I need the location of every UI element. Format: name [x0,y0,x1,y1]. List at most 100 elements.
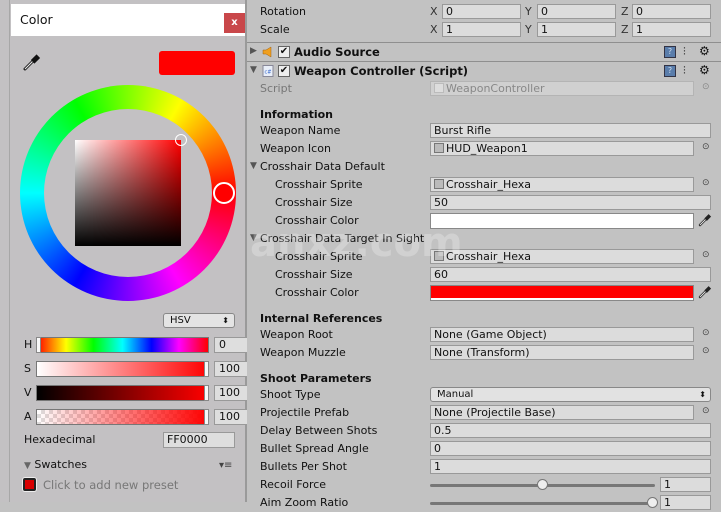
foldout-expanded-icon[interactable]: ▼ [250,233,257,243]
crosshair-sprite-label: Crosshair Sprite [275,250,363,263]
crosshair-size-label: Crosshair Size [275,268,353,281]
eyedropper-icon[interactable] [698,213,712,227]
swatches-menu-icon[interactable]: ▾≡ [219,460,232,471]
help-icon[interactable]: ? [664,46,676,58]
spread-label: Bullet Spread Angle [260,442,369,455]
crosshair-sprite-value: Crosshair_Hexa [446,250,532,263]
aim-zoom-slider-knob[interactable] [647,497,658,508]
foldout-collapsed-icon[interactable]: ▶ [250,46,257,56]
object-picker-icon[interactable]: ⊙ [702,346,710,356]
swatches-foldout[interactable]: ▼ Swatches [24,458,87,471]
s-slider[interactable] [36,361,209,377]
h-slider[interactable] [36,337,209,353]
bullets-label: Bullets Per Shot [260,460,347,473]
weapon-controller-component[interactable]: ▼ c# ✔ Weapon Controller (Script) ? ⫶ ⚙ [247,61,721,80]
axis-z-label[interactable]: Z [621,5,629,18]
crosshair-sprite-field[interactable]: Crosshair_Hexa [430,177,694,192]
foldout-expanded-icon[interactable]: ▼ [250,65,257,75]
weapon-name-row: Weapon Name Burst Rifle [247,122,721,140]
foldout-label: Crosshair Data Target In Sight [260,232,425,245]
crosshair-default-foldout[interactable]: ▼ Crosshair Data Default [247,158,721,176]
crosshair-color-label: Crosshair Color [275,214,359,227]
crosshair-color-field[interactable] [430,285,694,301]
recoil-input[interactable]: 1 [660,477,711,492]
enabled-checkbox[interactable]: ✔ [278,65,290,77]
weapon-name-input[interactable]: Burst Rifle [430,123,711,138]
spread-input[interactable]: 0 [430,441,711,456]
weapon-icon-field[interactable]: HUD_Weapon1 [430,141,694,156]
scale-z-field[interactable]: 1 [632,22,711,37]
add-preset-label[interactable]: Click to add new preset [43,478,178,492]
s-slider-knob[interactable] [204,361,209,377]
hue-handle[interactable] [213,182,235,204]
crosshair-size-input[interactable]: 50 [430,195,711,210]
audio-source-component[interactable]: ▶ ✔ Audio Source ? ⫶ ⚙ [247,42,721,61]
color-mode-dropdown[interactable]: HSV ⬍ [163,313,235,328]
recoil-slider-knob[interactable] [537,479,548,490]
inspector-panel: Rotation X 0 Y 0 Z 0 Scale X 1 Y 1 Z 1 ▶… [247,0,721,510]
scale-y-field[interactable]: 1 [537,22,616,37]
close-button[interactable]: x [224,13,245,33]
weapon-icon-value: HUD_Weapon1 [446,142,528,155]
axis-x-label[interactable]: X [430,5,438,18]
delay-input[interactable]: 0.5 [430,423,711,438]
eyedropper-icon[interactable] [698,285,712,299]
h-slider-knob[interactable] [36,337,41,353]
section-header: Shoot Parameters [260,372,372,385]
crosshair-size-input[interactable]: 60 [430,267,711,282]
axis-y-label[interactable]: Y [525,23,532,36]
foldout-expanded-icon[interactable]: ▼ [250,161,257,171]
a-slider[interactable] [36,409,209,425]
crosshair-size-row: Crosshair Size 60 [247,266,721,284]
projectile-prefab-field[interactable]: None (Projectile Base) [430,405,694,420]
presets-icon[interactable]: ⫶ [683,45,686,59]
crosshair-target-foldout[interactable]: ▼ Crosshair Data Target In Sight [247,230,721,248]
weapon-muzzle-label: Weapon Muzzle [260,346,346,359]
bullets-input[interactable]: 1 [430,459,711,474]
delay-row: Delay Between Shots 0.5 [247,422,721,440]
object-picker-icon[interactable]: ⊙ [702,178,710,188]
rotation-z-field[interactable]: 0 [632,4,711,19]
weapon-root-field[interactable]: None (Game Object) [430,327,694,342]
crosshair-color-label: Crosshair Color [275,286,359,299]
weapon-muzzle-field[interactable]: None (Transform) [430,345,694,360]
presets-icon[interactable]: ⫶ [683,64,686,78]
gear-icon[interactable]: ⚙ [699,63,710,77]
aim-zoom-input[interactable]: 1 [660,495,711,510]
h-slider-row: H 0 [24,337,259,353]
axis-z-label[interactable]: Z [621,23,629,36]
h-label: H [24,338,33,351]
eyedropper-icon[interactable] [22,52,42,72]
gear-icon[interactable]: ⚙ [699,44,710,58]
a-slider-knob[interactable] [204,409,209,425]
enabled-checkbox[interactable]: ✔ [278,46,290,58]
preset-swatch[interactable] [23,478,36,491]
axis-x-label[interactable]: X [430,23,438,36]
object-picker-icon[interactable]: ⊙ [702,250,710,260]
color-window-titlebar[interactable]: Color x [11,4,245,36]
window-edge [0,0,10,502]
object-picker-icon[interactable]: ⊙ [702,328,710,338]
crosshair-color-field[interactable] [430,213,694,229]
shoot-type-dropdown[interactable]: Manual ⬍ [430,387,711,402]
help-icon[interactable]: ? [664,65,676,77]
crosshair-sprite-field[interactable]: Crosshair_Hexa [430,249,694,264]
v-slider-knob[interactable] [204,385,209,401]
color-preview [159,51,235,75]
object-picker-icon[interactable]: ⊙ [702,406,710,416]
component-title: Audio Source [294,45,380,59]
object-picker-icon[interactable]: ⊙ [702,142,710,152]
axis-y-label[interactable]: Y [525,5,532,18]
aim-zoom-slider-track[interactable] [430,502,655,505]
crosshair-sprite-value: Crosshair_Hexa [446,178,532,191]
sv-handle[interactable] [175,134,187,146]
scale-x-field[interactable]: 1 [442,22,521,37]
rotation-x-field[interactable]: 0 [442,4,521,19]
script-label: Script [260,82,292,95]
hex-input[interactable]: FF0000 [163,432,235,448]
component-title: Weapon Controller (Script) [294,64,469,78]
v-slider[interactable] [36,385,209,401]
rotation-y-field[interactable]: 0 [537,4,616,19]
crosshair-color-row: Crosshair Color [247,212,721,230]
saturation-value-square[interactable] [75,140,181,246]
